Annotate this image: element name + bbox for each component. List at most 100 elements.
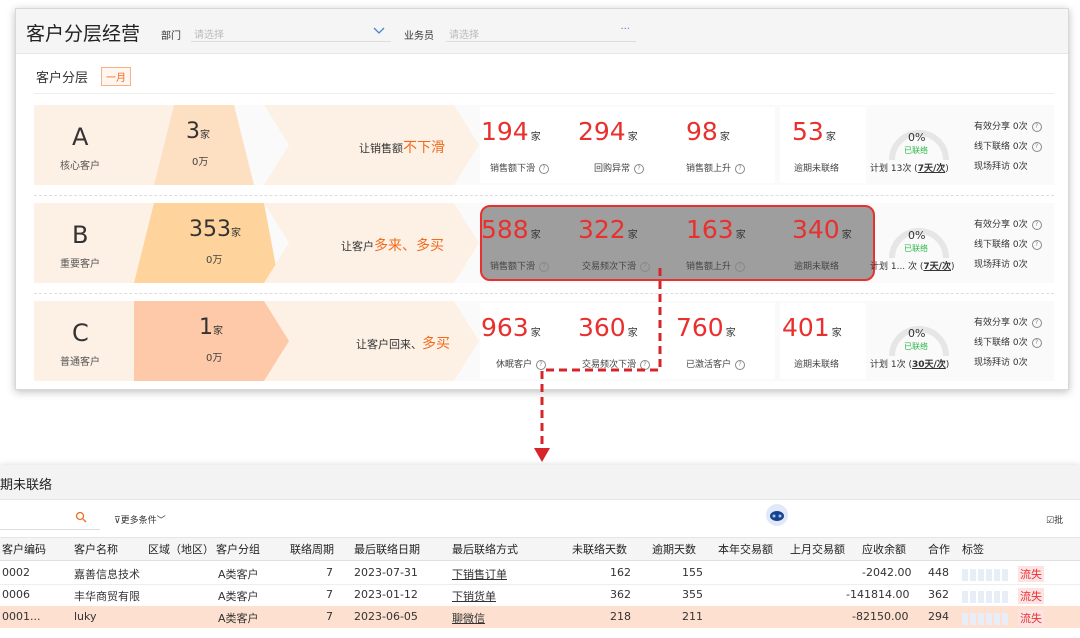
metric-value[interactable]: 53 家 [792,117,836,146]
offline-stat: 线下联络 0次? [974,335,1042,348]
tier-name: 核心客户 [60,161,100,172]
gauge-status: 已联络 [904,342,928,351]
dept-placeholder: 请选择 [194,30,224,41]
metric-value[interactable]: 294 家 [578,117,638,146]
tier-count: 353家 [189,217,241,242]
robot-icon[interactable] [763,503,791,527]
table-row[interactable] [0,562,1080,585]
cell-days: 218 [610,610,631,623]
help-icon: ? [1031,219,1042,230]
cell-date: 2023-07-31 [354,566,418,579]
metric-value[interactable]: 98 家 [686,117,730,146]
column-header[interactable]: 客户名称 [74,541,118,557]
cell-date: 2023-01-12 [354,588,418,601]
visit-stat: 现场拜访 0次 [974,260,1028,270]
plan-link[interactable]: 7天/次 [923,262,951,272]
cell-days: 362 [610,588,631,601]
gauge-status: 已联络 [904,146,928,155]
more-filters-button[interactable]: ⊽更多条件﹀ [114,513,166,526]
panel-header: 客户分层经营 部门 请选择 业务员 请选择 ··· [16,9,1068,54]
table-row-selected[interactable] [0,606,1080,628]
plan-link[interactable]: 30天/次 [912,360,946,370]
help-icon: ? [735,163,746,174]
gauge-percent: 0% [908,131,926,144]
metric-label: 销售额上升? [686,161,746,174]
detail-title: 期未联络 [0,478,53,493]
metric-value[interactable]: 194 家 [481,117,541,146]
column-header[interactable]: 逾期天数 [652,541,696,557]
search-icon[interactable] [75,511,87,523]
metric-value[interactable]: 340 家 [792,215,852,244]
plan-link[interactable]: 7天/次 [918,164,946,174]
month-badge[interactable]: 一月 [101,67,131,86]
cell-group: A类客户 [218,568,259,581]
gauge-percent: 0% [908,229,926,242]
divider [34,93,1054,94]
cell-method-link[interactable]: 下销售订单 [452,566,507,582]
metric-value[interactable]: 163 家 [686,215,746,244]
metric-value[interactable]: 760 家 [676,313,736,342]
cell-date: 2023-06-05 [354,610,418,623]
column-header[interactable]: 客户编码 [2,541,46,557]
batch-button[interactable]: ☑批 [1046,513,1063,526]
metric-label: 回购异常? [594,161,645,174]
column-header[interactable]: 区域（地区） [148,541,214,557]
plan-text: 计划 13次 (7天/次) [870,164,949,174]
tier-money: 0万 [206,255,223,266]
column-header[interactable]: 标签 [962,541,984,557]
column-header[interactable]: 未联络天数 [572,541,627,557]
help-icon: ? [1031,239,1042,250]
cell-overdue: 211 [682,610,703,623]
metric-value[interactable]: 588 家 [481,215,541,244]
gauge-status: 已联络 [904,244,928,253]
filter-icon: ⊽ [114,516,121,526]
cell-balance: -141814.00 [846,588,910,601]
metric-value[interactable]: 322 家 [578,215,638,244]
column-header[interactable]: 客户分组 [216,541,260,557]
cell-group: A类客户 [218,590,259,603]
section-title: 客户分层 [36,71,89,86]
dept-label: 部门 [161,31,181,42]
column-header[interactable]: 上月交易额 [790,541,845,557]
more-icon: ··· [620,24,630,35]
help-icon: ? [1031,337,1042,348]
cell-name: luky [74,610,97,623]
sales-select[interactable]: 请选择 ··· [446,23,636,42]
dept-select[interactable]: 请选择 [191,23,391,42]
cell-method-link[interactable]: 聊微信 [452,610,485,626]
tier-money: 0万 [192,157,209,168]
cell-method-link[interactable]: 下销货单 [452,588,496,604]
tier-money: 0万 [206,353,223,364]
offline-stat: 线下联络 0次? [974,139,1042,152]
column-header[interactable]: 应收余额 [862,541,906,557]
help-icon: ? [1031,121,1042,132]
chevron-down-icon: ﹀ [156,516,166,526]
metric-label: 逾期未联络 [794,262,840,272]
chevron-down-icon [373,27,385,34]
cell-days: 162 [610,566,631,579]
share-stat: 有效分享 0次? [974,217,1042,230]
tier-letter: C [72,319,89,347]
metric-label: 销售额上升? [686,259,746,272]
cell-code: 0002 [2,566,30,579]
cell-cycle: 7 [326,610,333,623]
cell-code: 0006 [2,588,30,601]
help-icon: ? [735,359,746,370]
cell-coop: 362 [928,588,949,601]
tier-name: 重要客户 [60,259,100,270]
help-icon: ? [735,261,746,272]
column-header[interactable]: 本年交易额 [718,541,773,557]
tier-letter: B [72,221,89,249]
table-row[interactable] [0,584,1080,607]
metric-value[interactable]: 401 家 [782,313,842,342]
column-header[interactable]: 最后联络方式 [452,541,518,557]
cell-name: 丰华商贸有限 [74,590,140,603]
cell-cycle: 7 [326,588,333,601]
cell-overdue: 155 [682,566,703,579]
sales-placeholder: 请选择 [449,30,479,41]
column-header[interactable]: 最后联络日期 [354,541,420,557]
column-header[interactable]: 联络周期 [290,541,334,557]
gauge-percent: 0% [908,327,926,340]
column-header[interactable]: 合作 [928,541,950,557]
sales-label: 业务员 [404,31,434,42]
